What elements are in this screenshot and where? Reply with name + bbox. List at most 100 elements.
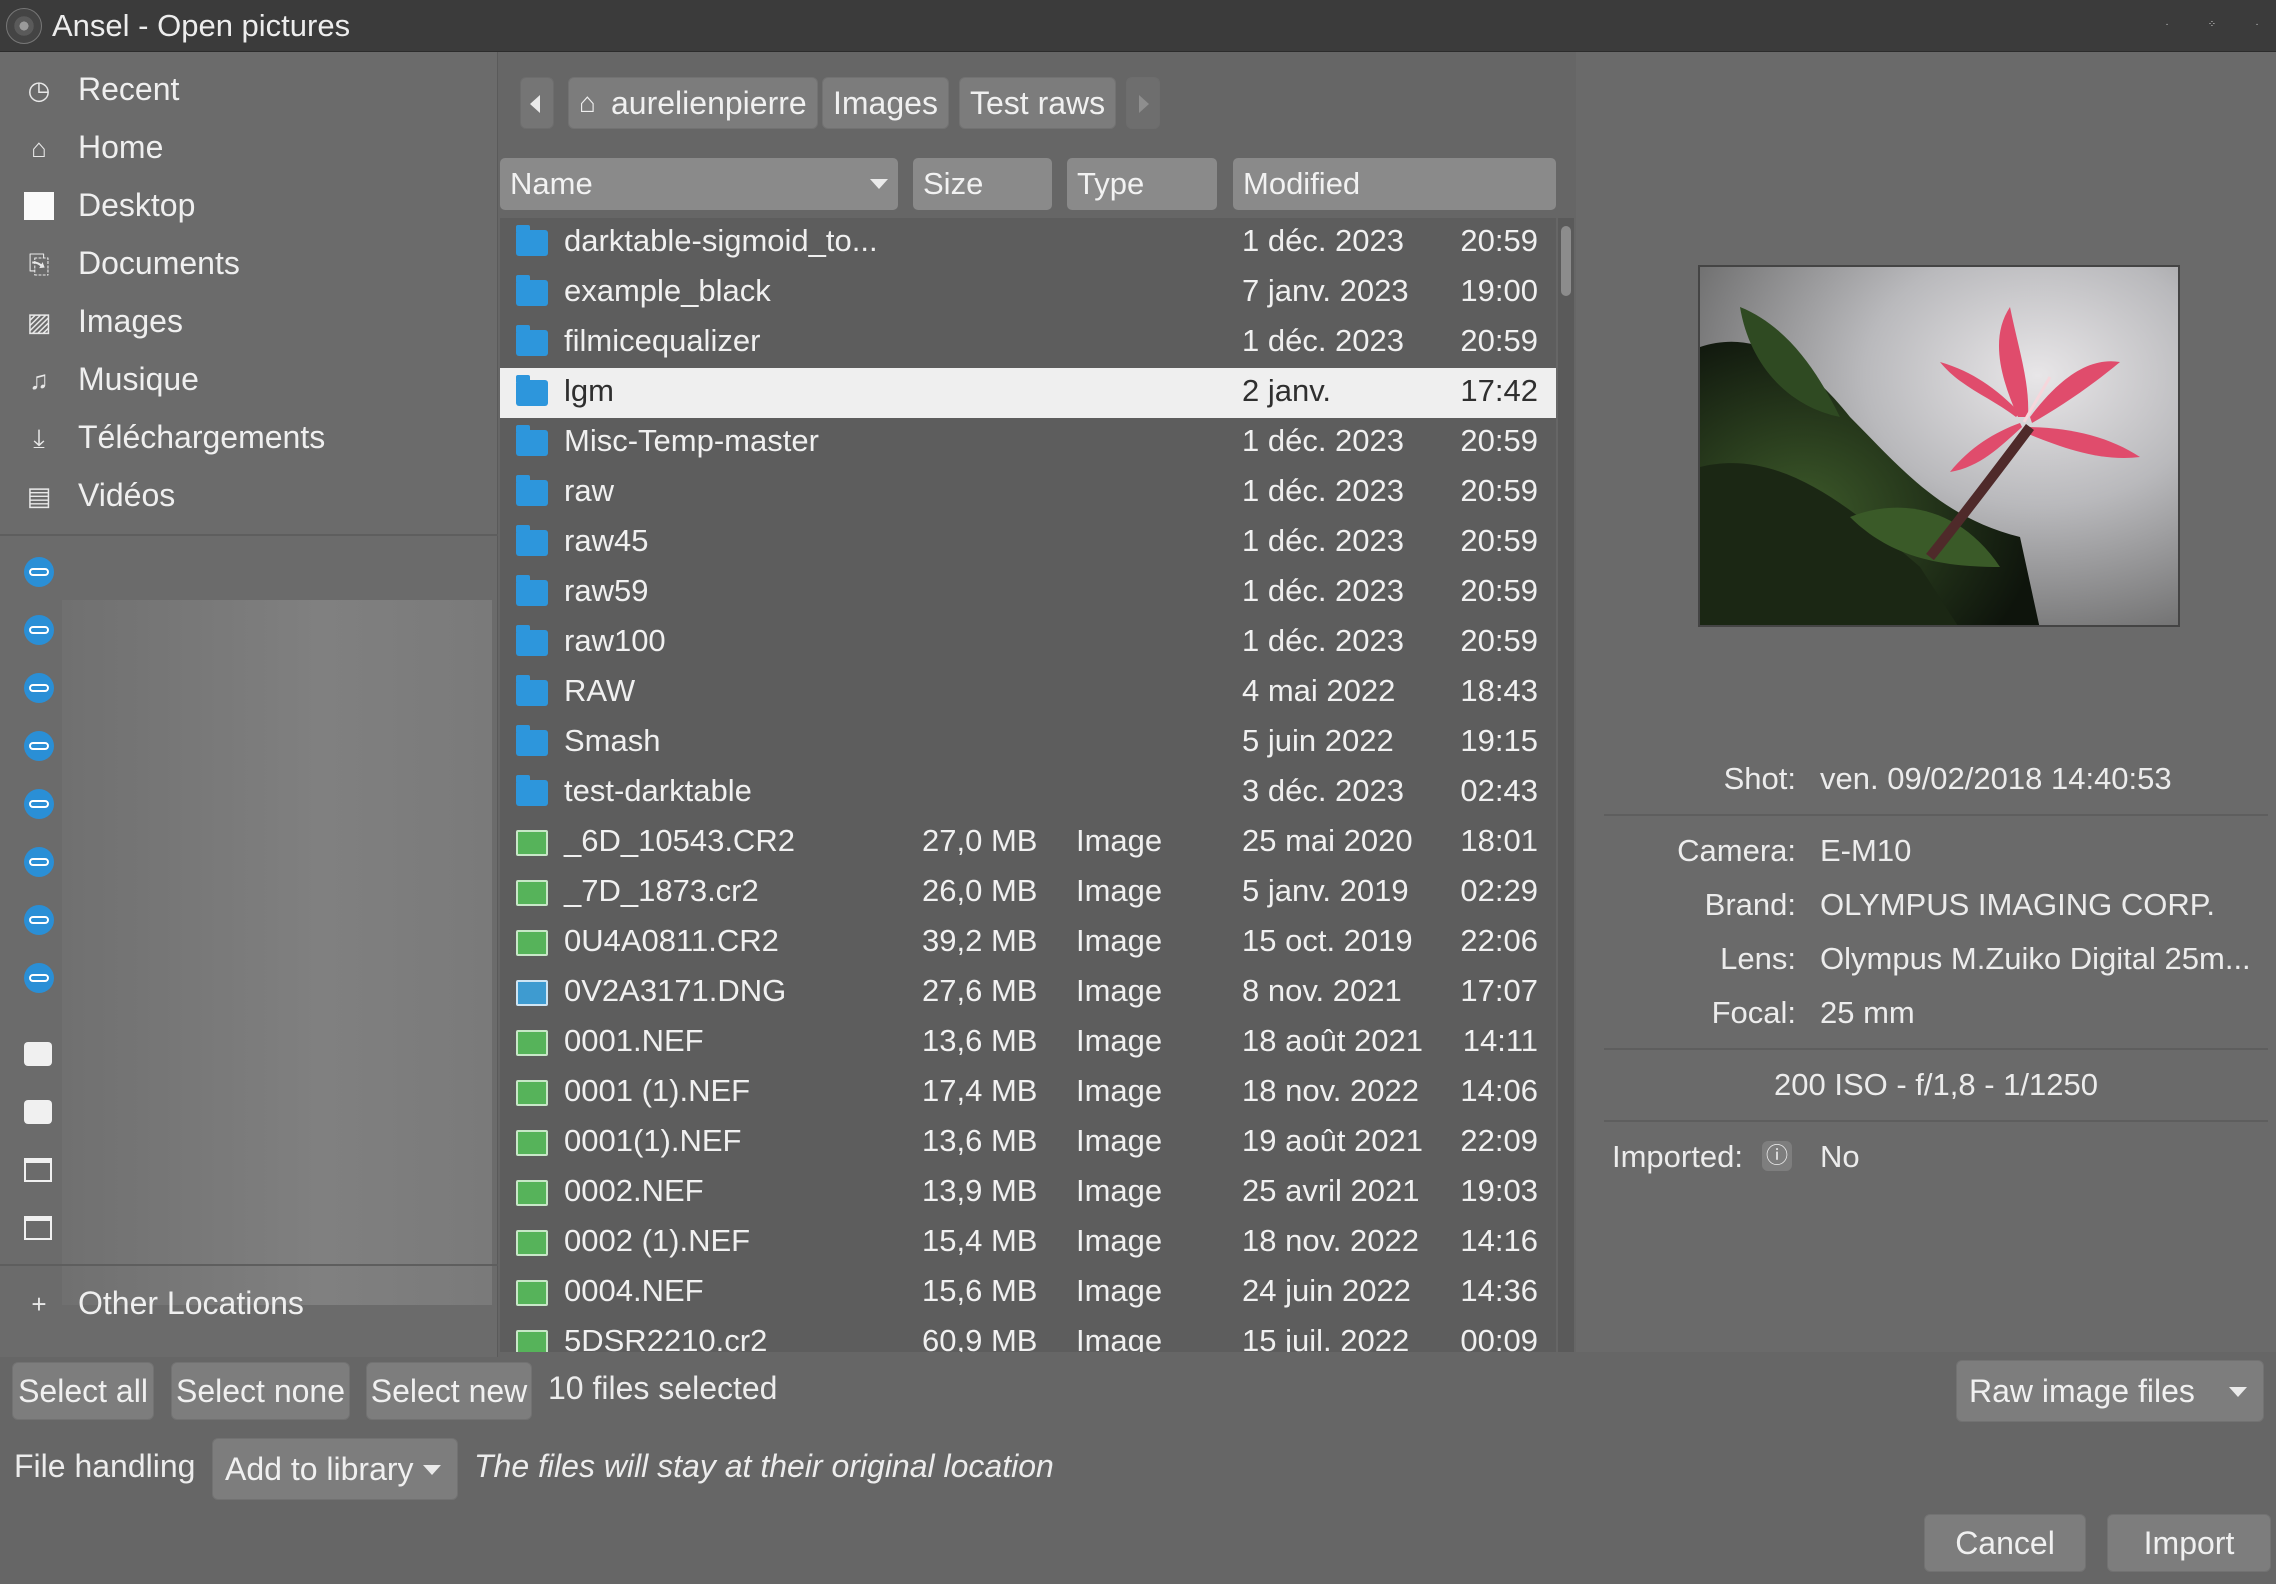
network-bookmark-icon[interactable] [24, 615, 54, 645]
select-new-button[interactable]: Select new [366, 1362, 532, 1420]
file-row[interactable]: 0001.NEF 13,6 MB Image 18 août 2021 14:11 [500, 1018, 1556, 1068]
folder-mount-icon[interactable] [24, 1158, 52, 1182]
select-all-button[interactable]: Select all [12, 1362, 154, 1420]
file-row[interactable]: 0002.NEF 13,9 MB Image 25 avril 2021 19:03 [500, 1168, 1556, 1218]
file-handling-dropdown[interactable]: Add to library [212, 1438, 458, 1500]
column-header-type[interactable]: Type [1067, 158, 1217, 210]
sidebar-item-recent[interactable]: ◷ Recent [0, 61, 498, 119]
sidebar-item-home[interactable]: ⌂ Home [0, 119, 498, 177]
breadcrumb-test-raws[interactable]: Test raws [959, 77, 1117, 129]
file-list[interactable]: darktable-sigmoid_to... 1 déc. 2023 20:59 e… [500, 218, 1556, 1352]
folder-row[interactable]: RAW 4 mai 2022 18:43 [500, 668, 1556, 718]
select-none-button[interactable]: Select none [171, 1362, 350, 1420]
documents-icon: ⎘ [28, 249, 50, 279]
folder-row[interactable]: test-darktable 3 déc. 2023 02:43 [500, 768, 1556, 818]
file-name: 0001(1).NEF [564, 1123, 742, 1158]
file-type: Image [1076, 823, 1163, 858]
folder-row[interactable]: example_black 7 janv. 2023 19:00 [500, 268, 1556, 318]
folder-row[interactable]: Misc-Temp-master 1 déc. 2023 20:59 [500, 418, 1556, 468]
folder-row[interactable]: raw 1 déc. 2023 20:59 [500, 468, 1556, 518]
title-bar: Ansel - Open pictures · ⁘ · [0, 0, 2276, 52]
network-bookmark-icon[interactable] [24, 905, 54, 935]
sidebar-item-music[interactable]: ♫ Musique [0, 351, 498, 409]
sidebar-item-documents[interactable]: ⎘ Documents [0, 235, 498, 293]
network-bookmark-icon[interactable] [24, 789, 54, 819]
file-name: darktable-sigmoid_to... [564, 223, 878, 258]
folder-row[interactable]: raw45 1 déc. 2023 20:59 [500, 518, 1556, 568]
file-row[interactable]: _6D_10543.CR2 27,0 MB Image 25 mai 2020 18:0… [500, 818, 1556, 868]
scrollbar-thumb[interactable] [1561, 226, 1571, 296]
file-name: _7D_1873.cr2 [564, 873, 759, 908]
import-button[interactable]: Import [2107, 1514, 2271, 1572]
file-list-scrollbar[interactable] [1558, 218, 1574, 1352]
file-modified-time: 20:59 [1460, 623, 1538, 658]
info-separator [1604, 1048, 2268, 1050]
minimize-icon[interactable]: · [2160, 18, 2174, 32]
folder-row[interactable]: darktable-sigmoid_to... 1 déc. 2023 20:59 [500, 218, 1556, 268]
folder-icon [516, 325, 548, 356]
sidebar-item-videos[interactable]: ▤ Vidéos [0, 467, 498, 525]
file-size: 13,6 MB [922, 1023, 1038, 1058]
close-icon[interactable]: · [2250, 18, 2264, 32]
maximize-icon[interactable]: ⁘ [2205, 18, 2219, 32]
file-name: 0004.NEF [564, 1273, 704, 1308]
file-handling-note: The files will stay at their original lo… [474, 1448, 1054, 1484]
file-row[interactable]: 0004.NEF 15,6 MB Image 24 juin 2022 14:36 [500, 1268, 1556, 1318]
file-modified-date: 7 janv. 2023 [1242, 273, 1409, 308]
folder-mount-icon[interactable] [24, 1216, 52, 1240]
file-modified-date: 3 déc. 2023 [1242, 773, 1405, 808]
breadcrumb-images[interactable]: Images [822, 77, 949, 129]
info-label-lens: Lens: [1720, 941, 1796, 976]
file-size: 26,0 MB [922, 873, 1038, 908]
column-header-modified[interactable]: Modified [1233, 158, 1556, 210]
network-bookmark-icon[interactable] [24, 673, 54, 703]
column-header-size[interactable]: Size [913, 158, 1052, 210]
file-type-filter-dropdown[interactable]: Raw image files [1956, 1360, 2264, 1422]
path-back-button[interactable] [520, 77, 554, 129]
file-size: 17,4 MB [922, 1073, 1038, 1108]
file-modified-date: 1 déc. 2023 [1242, 523, 1405, 558]
image-file-icon [516, 880, 548, 906]
info-icon[interactable]: ⓘ [1762, 1141, 1792, 1171]
file-modified-date: 1 déc. 2023 [1242, 473, 1405, 508]
file-modified-date: 5 juin 2022 [1242, 723, 1394, 758]
folder-row[interactable]: lgm 2 janv. 17:42 [500, 368, 1556, 418]
network-bookmark-icon[interactable] [24, 557, 54, 587]
file-modified-date: 4 mai 2022 [1242, 673, 1396, 708]
folder-row[interactable]: Smash 5 juin 2022 19:15 [500, 718, 1556, 768]
folder-row[interactable]: raw59 1 déc. 2023 20:59 [500, 568, 1556, 618]
drive-icon[interactable] [24, 1042, 52, 1066]
column-header-name[interactable]: Name [500, 158, 898, 210]
file-row[interactable]: 0002 (1).NEF 15,4 MB Image 18 nov. 2022 14:1… [500, 1218, 1556, 1268]
network-bookmark-icon[interactable] [24, 963, 54, 993]
folder-icon [516, 275, 548, 306]
folder-row[interactable]: raw100 1 déc. 2023 20:59 [500, 618, 1556, 668]
file-row[interactable]: 5DSR2210.cr2 60,9 MB Image 15 juil. 2022 00:… [500, 1318, 1556, 1352]
file-row[interactable]: 0V2A3171.DNG 27,6 MB Image 8 nov. 2021 17:07 [500, 968, 1556, 1018]
info-value-focal: 25 mm [1820, 995, 1915, 1030]
sidebar-item-other-locations[interactable]: + Other Locations [0, 1275, 498, 1333]
file-name: 5DSR2210.cr2 [564, 1323, 768, 1352]
folder-icon [516, 675, 548, 706]
file-row[interactable]: 0001(1).NEF 13,6 MB Image 19 août 2021 22:09 [500, 1118, 1556, 1168]
sidebar-item-downloads[interactable]: ⤓ Téléchargements [0, 409, 498, 467]
sidebar-item-desktop[interactable]: Desktop [0, 177, 498, 235]
file-row[interactable]: 0U4A0811.CR2 39,2 MB Image 15 oct. 2019 22:0… [500, 918, 1556, 968]
cancel-button[interactable]: Cancel [1924, 1514, 2086, 1572]
network-bookmark-icon[interactable] [24, 731, 54, 761]
drive-icon[interactable] [24, 1100, 52, 1124]
info-label-focal: Focal: [1711, 995, 1796, 1030]
file-modified-date: 15 oct. 2019 [1242, 923, 1413, 958]
path-forward-button[interactable] [1126, 77, 1160, 129]
file-row[interactable]: _7D_1873.cr2 26,0 MB Image 5 janv. 2019 02:2… [500, 868, 1556, 918]
file-modified-time: 02:29 [1460, 873, 1538, 908]
sidebar-item-images[interactable]: ▨ Images [0, 293, 498, 351]
file-row[interactable]: 0001 (1).NEF 17,4 MB Image 18 nov. 2022 14:0… [500, 1068, 1556, 1118]
file-modified-date: 8 nov. 2021 [1242, 973, 1402, 1008]
file-modified-date: 1 déc. 2023 [1242, 573, 1405, 608]
breadcrumb-home[interactable]: ⌂ aurelienpierre [568, 77, 818, 129]
file-modified-date: 18 août 2021 [1242, 1023, 1424, 1058]
network-bookmark-icon[interactable] [24, 847, 54, 877]
image-file-icon [516, 1330, 548, 1352]
folder-row[interactable]: filmicequalizer 1 déc. 2023 20:59 [500, 318, 1556, 368]
